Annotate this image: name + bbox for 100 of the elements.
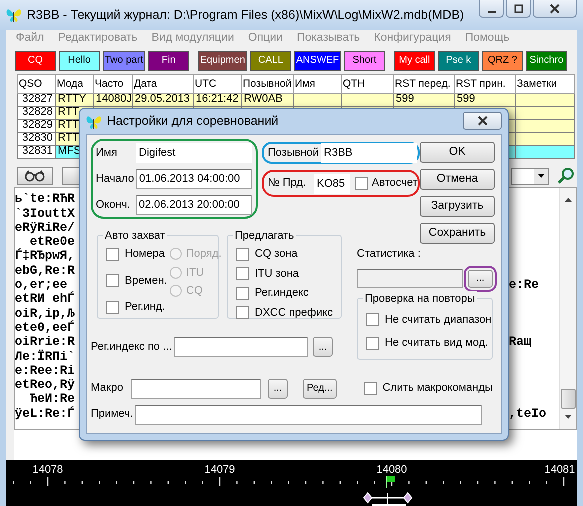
frequency-label: 14081 <box>544 464 576 476</box>
column-header[interactable]: QSO <box>18 74 56 94</box>
macro-button[interactable]: CQ <box>15 50 56 71</box>
column-header[interactable]: Дата <box>132 74 194 94</box>
scroll-up-icon <box>564 198 572 202</box>
input-field[interactable]: 02.06.2013 20:00:00 <box>136 195 252 215</box>
table-cell <box>516 106 574 120</box>
checkbox-label: ITU зона <box>255 266 300 282</box>
frequency-label: 14079 <box>204 464 236 476</box>
column-header[interactable]: RST прин. <box>454 74 516 94</box>
table-cell <box>516 132 574 146</box>
maximize-button[interactable] <box>506 0 531 18</box>
terminal-text: ,teIo <box>509 406 548 422</box>
terminal-text: oiR,ip,Љ <box>15 306 76 321</box>
macro-button[interactable]: Pse k <box>438 50 480 71</box>
macro-button[interactable]: Fin <box>148 50 190 71</box>
checkbox[interactable] <box>106 300 119 314</box>
terminal-text: oiRrie:R <box>15 335 76 350</box>
checkbox[interactable] <box>364 382 377 395</box>
dialog-button[interactable]: Загрузить <box>420 196 495 217</box>
input-field[interactable]: Digifest <box>136 143 252 163</box>
input-field[interactable] <box>174 337 308 357</box>
table-cell: 32829 <box>18 119 56 132</box>
butterfly-icon <box>86 114 102 130</box>
scroll-down-icon <box>564 415 572 420</box>
input-field[interactable] <box>131 378 261 398</box>
column-header[interactable]: Часто <box>94 74 132 94</box>
input-field[interactable]: 01.06.2013 04:00:00 <box>136 169 252 189</box>
column-header[interactable]: Имя <box>294 74 342 94</box>
dialog-button[interactable]: Сохранить <box>420 223 495 244</box>
checkbox[interactable] <box>236 286 249 300</box>
terminal-text: `3IouttX <box>15 206 76 221</box>
table-cell: 32827 <box>18 93 56 106</box>
browse-button[interactable]: ... <box>268 378 288 398</box>
checkbox[interactable] <box>366 313 379 326</box>
terminal-text: Raщ <box>509 335 533 350</box>
input-field[interactable]: KO85 <box>314 174 350 194</box>
macro-button[interactable]: Equipmen <box>198 50 248 71</box>
group-title: Проверка на повторы <box>363 290 478 307</box>
checkbox[interactable] <box>236 306 249 320</box>
browse-button[interactable]: ... <box>313 337 333 357</box>
checkbox[interactable] <box>355 177 368 190</box>
search-button[interactable] <box>558 167 576 186</box>
input-field[interactable] <box>135 404 482 424</box>
terminal-text: ete0,eeЃ <box>15 320 76 336</box>
dropdown-field[interactable] <box>511 168 549 185</box>
column-header[interactable]: Мода <box>56 74 94 94</box>
dialog-button[interactable]: Отмена <box>420 169 495 190</box>
column-header[interactable]: Заметки <box>516 74 574 94</box>
checkbox[interactable] <box>366 336 379 350</box>
terminal-text: ÿeL:Re:Ѓ <box>15 406 76 422</box>
terminal-text: Ѓ‡RЂрwЯ, <box>15 249 76 264</box>
checkbox-label: Рег.индекс <box>255 286 309 301</box>
frequency-label: 14078 <box>32 464 64 476</box>
table-cell: 32830 <box>18 132 56 146</box>
frequency-label: 14080 <box>376 464 408 476</box>
checkbox[interactable] <box>236 248 249 261</box>
scroll-thumb[interactable] <box>560 389 576 410</box>
field-label: Имя <box>96 146 118 161</box>
macro-button[interactable]: ANSWEF <box>294 50 342 71</box>
checkbox-label: Автосчет <box>372 176 418 192</box>
checkbox[interactable] <box>106 248 119 261</box>
macro-button[interactable]: Sinchro <box>526 50 568 71</box>
macro-button[interactable]: QRZ ? <box>482 50 524 71</box>
terminal-text: etRe0e <box>30 235 76 250</box>
field-label: Позывной <box>268 146 320 161</box>
minimize-button[interactable] <box>479 0 504 18</box>
table-cell: 29.05.2013 <box>132 93 194 106</box>
checkbox-label: DXCC префикс <box>255 306 334 320</box>
input-field[interactable]: R3BB <box>321 143 418 163</box>
column-header[interactable]: Позывной <box>242 74 294 94</box>
checkbox[interactable] <box>236 267 249 280</box>
column-header[interactable]: UTC <box>194 74 242 94</box>
dialog-button[interactable]: OK <box>420 142 495 163</box>
table-cell <box>516 119 574 132</box>
scrollbar[interactable] <box>559 188 576 430</box>
table-cell <box>516 145 574 158</box>
macro-button[interactable]: Two part <box>103 50 146 71</box>
close-button[interactable] <box>533 0 577 18</box>
field-label: Начало <box>96 172 136 187</box>
radio-label: CQ <box>186 284 203 299</box>
glasses-button[interactable] <box>17 167 53 186</box>
checkbox-label: Не считать диапазон <box>385 312 492 328</box>
column-header[interactable]: RST перед. <box>394 74 454 94</box>
macro-button[interactable]: CALL <box>250 50 292 71</box>
macro-button[interactable]: Hello <box>59 50 100 71</box>
table-cell <box>294 93 342 106</box>
table-cell: 16:21:42 <box>194 93 242 106</box>
window-title: R3BB - Текущий журнал: D:\Program Files (x86)\MixW\Log\MixW2.mdb(MDB) <box>27 6 464 24</box>
search-icon <box>558 167 576 186</box>
macro-button[interactable]: My call <box>394 50 436 71</box>
macro-button[interactable]: Short <box>344 50 386 71</box>
column-header[interactable]: QTH <box>342 74 394 94</box>
field-label: Макро <box>91 381 124 396</box>
terminal-text: etReo,Rÿ <box>15 378 76 392</box>
checkbox-label: Рег.инд. <box>125 300 166 315</box>
edit-button[interactable]: Ред... <box>303 378 337 398</box>
checkbox[interactable] <box>106 274 119 288</box>
tuning-marker <box>363 492 413 506</box>
table-cell: RTTY <box>56 93 94 106</box>
